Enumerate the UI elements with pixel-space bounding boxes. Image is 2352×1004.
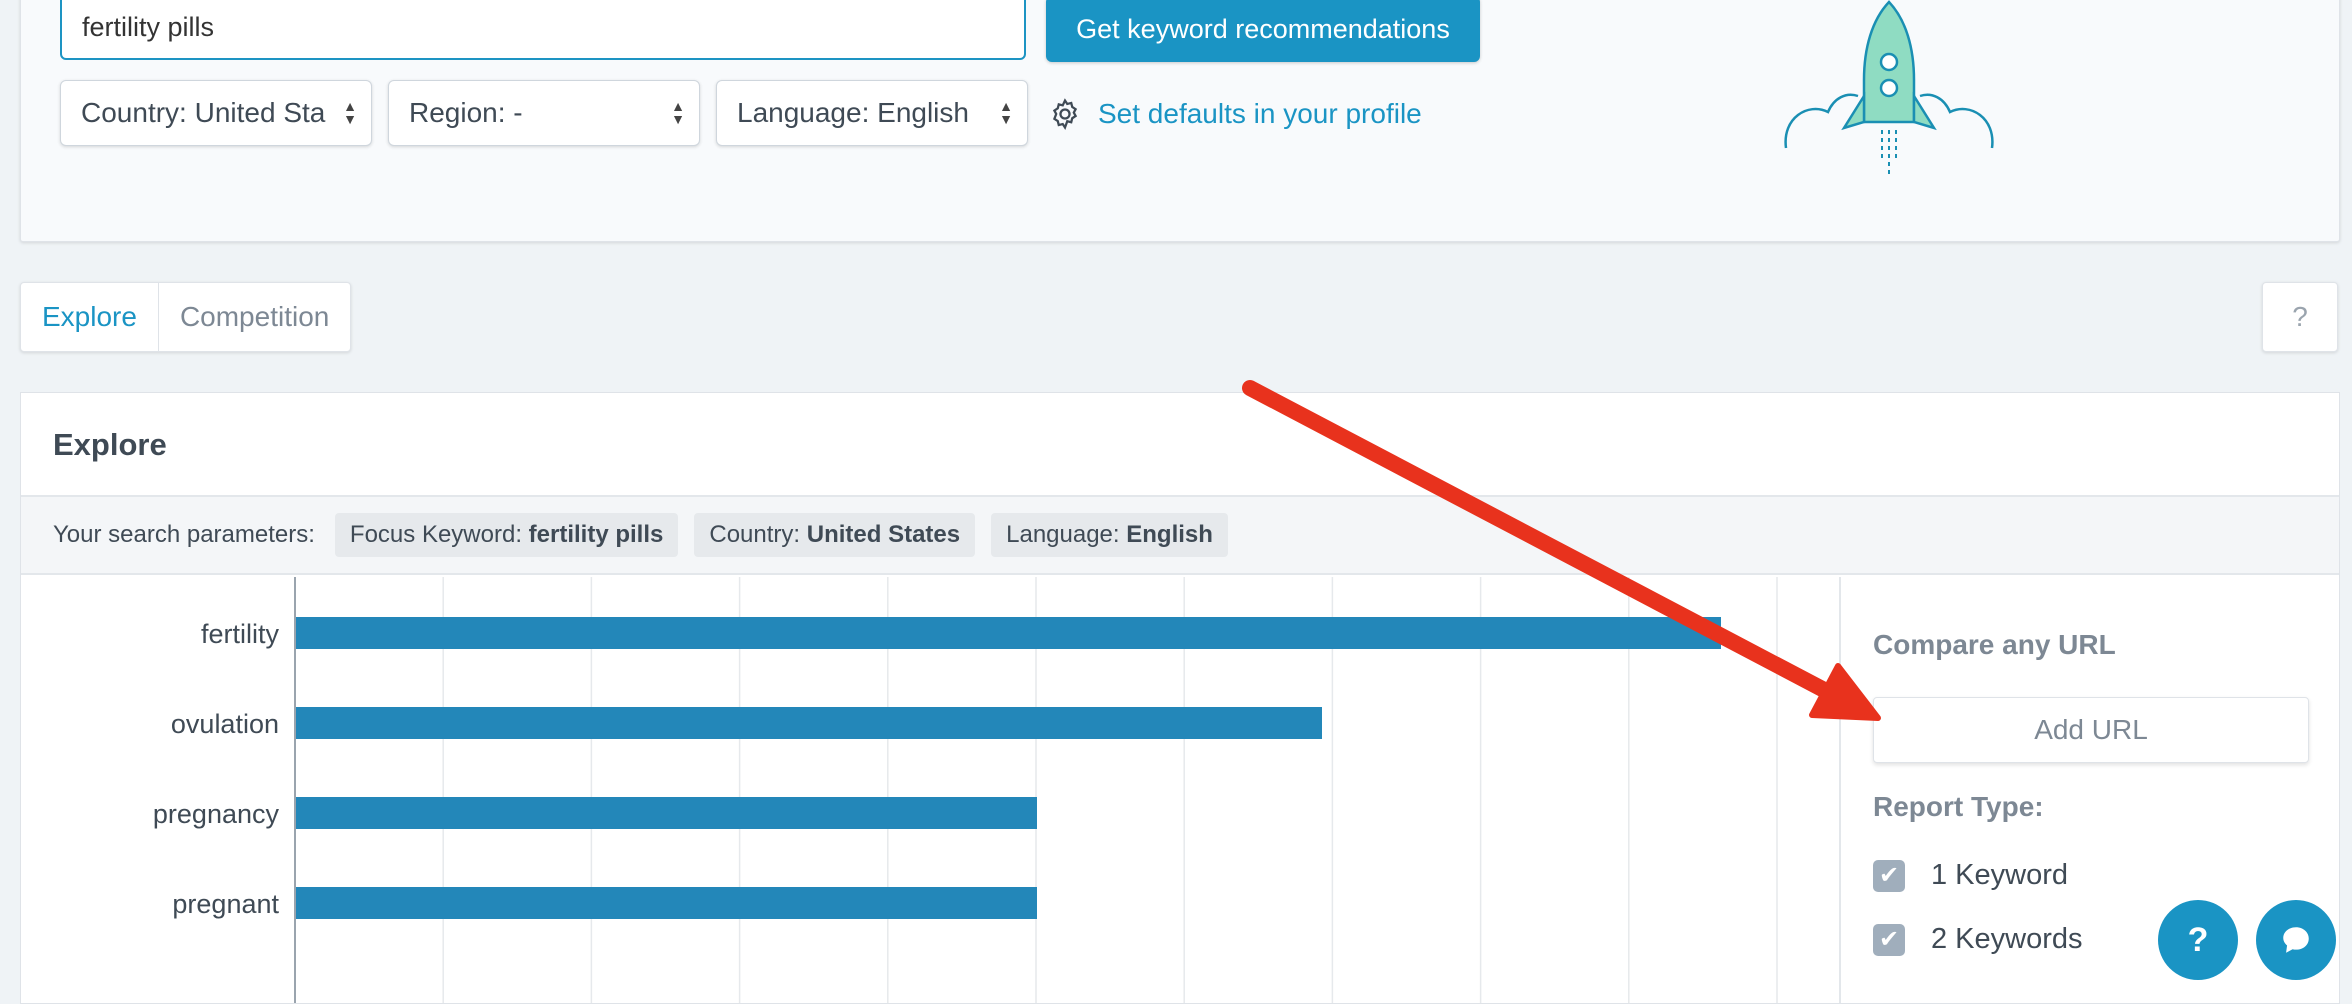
report-option-1-keyword[interactable]: ✔ 1 Keyword — [1873, 859, 2068, 892]
keyword-bar-chart: fertility ovulation pregnancy pregnant — [153, 577, 1778, 1003]
chart-category-label: fertility — [201, 619, 280, 649]
chart-bar-ovulation[interactable] — [296, 707, 1322, 739]
help-fab-button[interactable]: ? — [2158, 900, 2238, 980]
country-chip: Country: United States — [694, 513, 976, 557]
keyword-search-input[interactable] — [60, 0, 1026, 60]
checkbox-checked-icon[interactable]: ✔ — [1873, 923, 1905, 956]
focus-keyword-chip: Focus Keyword: fertility pills — [334, 513, 679, 557]
country-select-value: Country: United Sta — [81, 97, 326, 128]
chip-value: fertility pills — [528, 521, 664, 548]
help-button[interactable]: ? — [2262, 282, 2338, 352]
report-option-label: 1 Keyword — [1931, 859, 2069, 891]
select-caret-icon: ▲ ▼ — [671, 98, 685, 127]
chip-key: Focus Keyword: — [349, 521, 522, 548]
checkbox-checked-icon[interactable]: ✔ — [1873, 859, 1905, 892]
chart-bar-pregnant[interactable] — [296, 887, 1037, 919]
gear-icon — [1052, 98, 1078, 130]
chart-category-label: ovulation — [171, 709, 279, 739]
chip-value: United States — [806, 521, 961, 548]
chart-category-label: pregnant — [172, 889, 279, 919]
select-caret-icon: ▲ ▼ — [999, 98, 1013, 127]
country-select[interactable]: Country: United Sta ▲ ▼ — [60, 80, 372, 146]
region-select[interactable]: Region: - ▲ ▼ — [388, 80, 700, 146]
chip-value: English — [1126, 521, 1213, 548]
tab-competition[interactable]: Competition — [159, 283, 350, 351]
chat-fab-button[interactable] — [2256, 900, 2336, 980]
chart-category-label: pregnancy — [153, 799, 280, 829]
set-defaults-label: Set defaults in your profile — [1098, 98, 1422, 129]
set-defaults-link[interactable]: Set defaults in your profile — [1048, 94, 1422, 134]
explore-card: Explore Your search parameters: Focus Ke… — [20, 392, 2340, 1004]
view-tabs: Explore Competition — [20, 282, 352, 352]
report-type-heading: Report Type: — [1873, 791, 2044, 822]
chart-bar-pregnancy[interactable] — [296, 797, 1037, 829]
language-chip: Language: English — [991, 513, 1228, 557]
rocket-illustration — [1784, 0, 1994, 176]
compare-url-heading: Compare any URL — [1873, 629, 2116, 660]
language-select-value: Language: English — [737, 97, 969, 128]
report-option-label: 2 Keywords — [1931, 923, 2083, 955]
get-recommendations-button[interactable]: Get keyword recommendations — [1046, 0, 1480, 62]
search-parameters-bar: Your search parameters: Focus Keyword: f… — [21, 495, 2339, 575]
select-caret-icon: ▲ ▼ — [343, 98, 357, 127]
chat-bubble-icon — [2283, 927, 2309, 953]
chip-key: Country: — [709, 521, 801, 548]
chip-key: Language: — [1006, 521, 1120, 548]
report-option-2-keywords[interactable]: ✔ 2 Keywords — [1873, 923, 2083, 956]
chart-bar-fertility[interactable] — [296, 617, 1721, 649]
explore-title: Explore — [53, 427, 167, 462]
add-url-input[interactable]: Add URL — [1873, 697, 2309, 763]
search-parameters-label: Your search parameters: — [53, 521, 315, 548]
region-select-value: Region: - — [409, 97, 523, 128]
tab-explore[interactable]: Explore — [21, 283, 159, 351]
language-select[interactable]: Language: English ▲ ▼ — [716, 80, 1028, 146]
